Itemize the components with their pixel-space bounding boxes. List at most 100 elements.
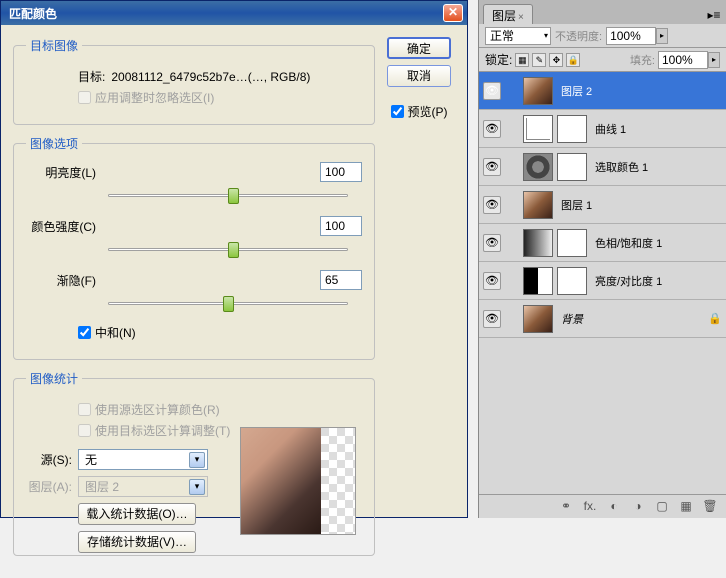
- cancel-button[interactable]: 取消: [387, 65, 451, 87]
- titlebar[interactable]: 匹配颜色 ✕: [1, 1, 467, 25]
- fade-label: 渐隐(F): [26, 272, 96, 289]
- fade-input[interactable]: [320, 270, 362, 290]
- layer-row[interactable]: 👁 色相/饱和度 1: [479, 224, 726, 262]
- layer-combo: 图层 2 ▾: [78, 476, 208, 497]
- luminance-label: 明亮度(L): [26, 164, 96, 181]
- layer-thumbnail[interactable]: [523, 229, 553, 257]
- layer-name[interactable]: 曲线 1: [591, 121, 722, 137]
- lock-transparency-icon[interactable]: ▦: [515, 53, 529, 67]
- link-layers-icon[interactable]: ⚭: [558, 499, 574, 515]
- visibility-icon[interactable]: 👁: [483, 234, 501, 252]
- panel-menu-icon[interactable]: ▸≡: [706, 8, 722, 24]
- opacity-slider-toggle[interactable]: ▸: [656, 28, 668, 44]
- neutralize-checkbox[interactable]: [78, 326, 91, 339]
- opacity-input[interactable]: 100%: [606, 27, 656, 45]
- layer-row[interactable]: 👁 亮度/对比度 1: [479, 262, 726, 300]
- neutralize-label: 中和(N): [95, 324, 136, 341]
- layer-row[interactable]: 👁 背景 🔒: [479, 300, 726, 338]
- layer-label: 图层(A):: [26, 478, 72, 495]
- use-source-sel-checkbox: [78, 403, 91, 416]
- blend-mode-combo[interactable]: 正常▾: [485, 27, 551, 45]
- use-source-sel-label: 使用源选区计算颜色(R): [95, 401, 220, 418]
- image-options-group: 图像选项 明亮度(L) 颜色强度(C): [13, 135, 375, 360]
- stats-legend: 图像统计: [26, 370, 82, 387]
- layer-thumbnail[interactable]: [523, 191, 553, 219]
- close-icon[interactable]: ✕: [443, 4, 463, 22]
- layers-panel: 图层× ▸≡ 正常▾ 不透明度: 100% ▸ 锁定: ▦ ✎ ✥ 🔒 填充: …: [478, 0, 726, 518]
- target-value: 20081112_6479c52b7e…(…, RGB/8): [111, 70, 310, 84]
- visibility-icon[interactable]: 👁: [483, 82, 501, 100]
- visibility-icon[interactable]: 👁: [483, 158, 501, 176]
- layer-row[interactable]: 👁 曲线 1: [479, 110, 726, 148]
- visibility-icon[interactable]: 👁: [483, 310, 501, 328]
- layer-name[interactable]: 背景: [557, 311, 704, 327]
- save-stats-button[interactable]: 存储统计数据(V)…: [78, 531, 196, 553]
- options-legend: 图像选项: [26, 135, 82, 152]
- mask-thumbnail[interactable]: [557, 115, 587, 143]
- panel-tabs: 图层× ▸≡: [479, 0, 726, 24]
- tab-layers[interactable]: 图层×: [483, 4, 533, 24]
- chevron-down-icon: ▾: [189, 479, 205, 495]
- fx-icon[interactable]: fx.: [582, 499, 598, 515]
- layer-name[interactable]: 亮度/对比度 1: [591, 273, 722, 289]
- opacity-label: 不透明度:: [555, 28, 602, 44]
- layer-row[interactable]: 👁 图层 1: [479, 186, 726, 224]
- new-layer-icon[interactable]: ▦: [678, 499, 694, 515]
- fill-input[interactable]: 100%: [658, 51, 708, 69]
- mask-thumbnail[interactable]: [557, 229, 587, 257]
- load-stats-button[interactable]: 载入统计数据(O)…: [78, 503, 196, 525]
- fill-slider-toggle[interactable]: ▸: [708, 52, 720, 68]
- intensity-slider[interactable]: [108, 240, 348, 260]
- image-stats-group: 图像统计 使用源选区计算颜色(R) 使用目标选区计算调整(T) 源(S): 无 …: [13, 370, 375, 556]
- luminance-input[interactable]: [320, 162, 362, 182]
- visibility-icon[interactable]: 👁: [483, 272, 501, 290]
- chevron-down-icon: ▾: [189, 452, 205, 468]
- layer-name[interactable]: 色相/饱和度 1: [591, 235, 722, 251]
- fade-slider[interactable]: [108, 294, 348, 314]
- mask-thumbnail[interactable]: [557, 267, 587, 295]
- lock-label: 锁定:: [485, 51, 512, 68]
- preview-thumbnail: [240, 427, 356, 535]
- target-label: 目标:: [78, 68, 105, 85]
- layer-thumbnail[interactable]: [523, 77, 553, 105]
- layer-name[interactable]: 选取颜色 1: [591, 159, 722, 175]
- mask-thumbnail[interactable]: [557, 153, 587, 181]
- ignore-selection-checkbox: [78, 91, 91, 104]
- close-tab-icon[interactable]: ×: [518, 12, 524, 23]
- layer-row[interactable]: 👁 选取颜色 1: [479, 148, 726, 186]
- match-color-dialog: 匹配颜色 ✕ 目标图像 目标: 20081112_6479c52b7e…(…, …: [0, 0, 468, 518]
- layer-thumbnail[interactable]: [523, 267, 553, 295]
- layer-thumbnail[interactable]: [523, 153, 553, 181]
- layer-row[interactable]: 👁 图层 2: [479, 72, 726, 110]
- lock-position-icon[interactable]: ✥: [549, 53, 563, 67]
- ignore-selection-label: 应用调整时忽略选区(I): [95, 89, 214, 106]
- mask-icon[interactable]: ◐: [606, 499, 622, 515]
- visibility-icon[interactable]: 👁: [483, 196, 501, 214]
- lock-all-icon[interactable]: 🔒: [566, 53, 580, 67]
- preview-checkbox[interactable]: [391, 105, 404, 118]
- layer-name[interactable]: 图层 1: [557, 197, 722, 213]
- ok-button[interactable]: 确定: [387, 37, 451, 59]
- dialog-title: 匹配颜色: [5, 5, 443, 22]
- lock-pixels-icon[interactable]: ✎: [532, 53, 546, 67]
- source-label: 源(S):: [26, 451, 72, 468]
- layer-value: 图层 2: [85, 478, 189, 495]
- layer-thumbnail[interactable]: [523, 305, 553, 333]
- target-legend: 目标图像: [26, 37, 82, 54]
- intensity-input[interactable]: [320, 216, 362, 236]
- lock-row: 锁定: ▦ ✎ ✥ 🔒 填充: 100% ▸: [479, 48, 726, 72]
- luminance-slider[interactable]: [108, 186, 348, 206]
- trash-icon[interactable]: 🗑: [702, 499, 718, 515]
- layers-list: 👁 图层 2 👁 曲线 1 👁 选取颜色 1 👁 图层 1 👁 色相/饱和度 1 👁 亮度/对比度 1…: [479, 72, 726, 464]
- use-target-sel-label: 使用目标选区计算调整(T): [95, 422, 230, 439]
- layer-thumbnail[interactable]: [523, 115, 553, 143]
- adjustment-icon[interactable]: ◑: [630, 499, 646, 515]
- layer-options-row: 正常▾ 不透明度: 100% ▸: [479, 24, 726, 48]
- source-combo[interactable]: 无 ▾: [78, 449, 208, 470]
- preview-label: 预览(P): [408, 103, 448, 120]
- lock-icon: 🔒: [708, 312, 722, 325]
- visibility-icon[interactable]: 👁: [483, 120, 501, 138]
- folder-icon[interactable]: ▢: [654, 499, 670, 515]
- intensity-label: 颜色强度(C): [26, 218, 96, 235]
- layer-name[interactable]: 图层 2: [557, 83, 722, 99]
